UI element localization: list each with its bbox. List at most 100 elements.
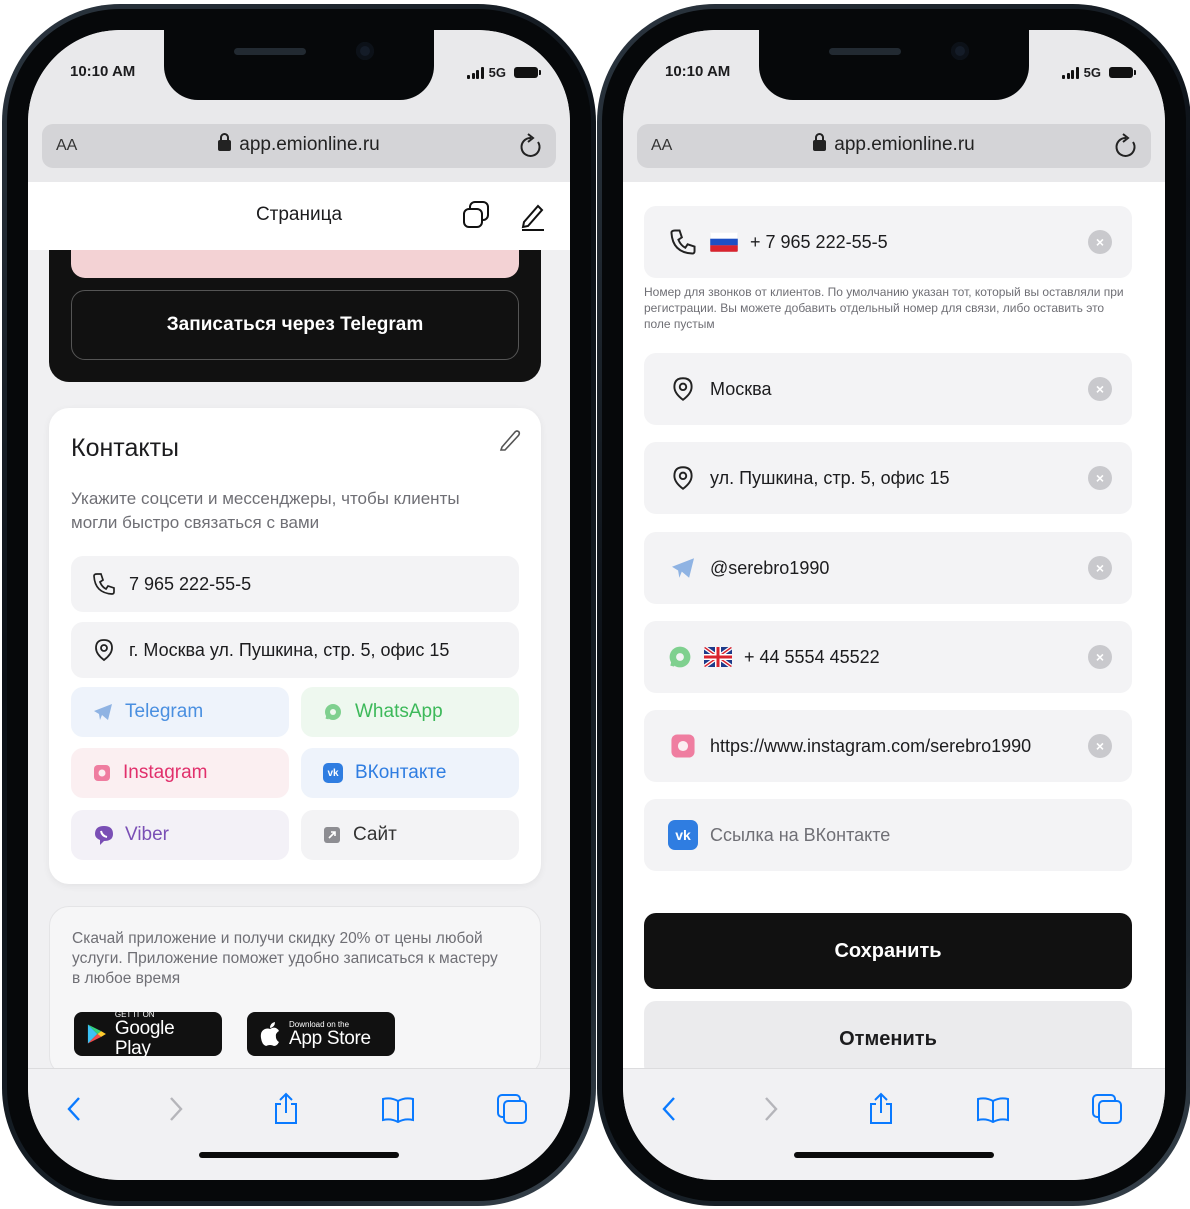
instagram-icon (94, 765, 110, 781)
back-button[interactable] (56, 1091, 92, 1127)
phone-input[interactable]: + 7 965 222-55-5 × (644, 206, 1132, 278)
clear-icon[interactable]: × (1088, 556, 1112, 580)
chip-instagram[interactable]: Instagram (71, 748, 289, 798)
battery-icon (514, 67, 541, 78)
chip-website-label: Сайт (353, 824, 397, 845)
whatsapp-input[interactable]: + 44 5554 45522 × (644, 621, 1132, 693)
tabs-icon (1092, 1094, 1122, 1124)
telegram-icon (94, 704, 112, 720)
clear-icon[interactable]: × (1088, 466, 1112, 490)
reload-icon[interactable] (518, 132, 544, 160)
chip-telegram-label: Telegram (125, 701, 204, 722)
chip-telegram[interactable]: Telegram (71, 687, 289, 737)
lock-icon (813, 133, 827, 151)
save-button[interactable]: Сохранить (644, 913, 1132, 989)
clock: 10:10 AM (665, 63, 731, 80)
notch (759, 30, 1029, 100)
city-input-value: Москва (710, 378, 772, 399)
instagram-input[interactable]: https://www.instagram.com/serebro1990 × (644, 710, 1132, 782)
share-button[interactable] (863, 1091, 899, 1127)
phone-right: 10:10 AM 5G AA app.emionline.ru + 7 965 … (597, 4, 1190, 1206)
signal-icon (467, 66, 484, 79)
chevron-left-icon (662, 1097, 675, 1121)
share-icon (870, 1092, 892, 1124)
whatsapp-input-value: + 44 5554 45522 (744, 646, 880, 667)
forward-button[interactable] (753, 1091, 789, 1127)
contacts-description: Укажите соцсети и мессенджеры, чтобы кли… (71, 489, 460, 532)
location-pin-icon (95, 639, 113, 662)
chip-vk[interactable]: vk ВКонтакте (301, 748, 519, 798)
safari-toolbar (623, 1068, 1165, 1180)
home-indicator (794, 1152, 994, 1158)
chevron-left-icon (67, 1097, 80, 1121)
telegram-input[interactable]: @serebro1990 × (644, 532, 1132, 604)
tabs-button[interactable] (494, 1091, 530, 1127)
city-input[interactable]: Москва × (644, 353, 1132, 425)
network-label: 5G (1083, 65, 1101, 80)
clear-icon[interactable]: × (1088, 377, 1112, 401)
chevron-right-icon (170, 1097, 183, 1121)
promo-text: Скачай приложение и получи скидку 20% от… (72, 930, 498, 987)
reload-icon[interactable] (1113, 132, 1139, 160)
phone-field[interactable]: 7 965 222-55-5 (71, 556, 519, 612)
whatsapp-icon (325, 704, 341, 720)
whatsapp-icon (669, 646, 691, 668)
share-button[interactable] (268, 1091, 304, 1127)
contacts-card: Контакты Укажите соцсети и мессенджеры, … (49, 408, 541, 884)
home-indicator (199, 1152, 399, 1158)
instagram-icon (671, 734, 695, 758)
lock-icon (218, 133, 232, 151)
book-icon (382, 1097, 414, 1123)
app-store-badge[interactable]: Download on the App Store (247, 1012, 395, 1056)
chevron-right-icon (765, 1097, 778, 1121)
cancel-button[interactable]: Отменить (644, 1001, 1132, 1068)
book-online-button[interactable] (71, 250, 519, 278)
chip-whatsapp[interactable]: WhatsApp (301, 687, 519, 737)
screen-left: 10:10 AM 5G AA app.emionline.ru Страница… (28, 30, 570, 1180)
clear-icon[interactable]: × (1088, 734, 1112, 758)
back-button[interactable] (651, 1091, 687, 1127)
address-bar[interactable]: AA app.emionline.ru (42, 124, 556, 168)
address-bar[interactable]: AA app.emionline.ru (637, 124, 1151, 168)
vk-input[interactable]: vk Ссылка на ВКонтакте (644, 799, 1132, 871)
clear-icon[interactable]: × (1088, 645, 1112, 669)
signal-icon (1062, 66, 1079, 79)
chip-viber[interactable]: Viber (71, 810, 289, 860)
safari-toolbar (28, 1068, 570, 1180)
page-header: Страница (28, 182, 570, 250)
battery-icon (1109, 67, 1136, 78)
clear-icon[interactable]: × (1088, 230, 1112, 254)
front-camera (951, 42, 969, 60)
google-play-badge[interactable]: GET IT ON Google Play (74, 1010, 222, 1058)
chip-website[interactable]: Сайт (301, 810, 519, 860)
edit-pencil-icon[interactable] (499, 428, 521, 452)
address-input[interactable]: ул. Пушкина, стр. 5, офис 15 × (644, 442, 1132, 514)
external-link-icon (324, 827, 340, 843)
vk-icon: vk (323, 763, 343, 783)
book-telegram-button[interactable]: Записаться через Telegram (71, 290, 519, 360)
book-icon (977, 1097, 1009, 1123)
uk-flag-icon (704, 647, 732, 667)
location-pin-icon (673, 466, 693, 490)
app-promo-card: Скачай приложение и получи скидку 20% от… (49, 906, 541, 1068)
chip-viber-label: Viber (125, 824, 170, 845)
forward-button[interactable] (158, 1091, 194, 1127)
vk-input-placeholder: Ссылка на ВКонтакте (710, 824, 891, 845)
bookmarks-button[interactable] (380, 1091, 416, 1127)
booking-block: Записаться через Telegram (49, 250, 541, 382)
url-text: app.emionline.ru (239, 134, 380, 155)
edit-pencil-icon[interactable] (516, 198, 550, 232)
copy-icon[interactable] (460, 198, 494, 232)
screen-right: 10:10 AM 5G AA app.emionline.ru + 7 965 … (623, 30, 1165, 1180)
notch (164, 30, 434, 100)
bookmarks-button[interactable] (975, 1091, 1011, 1127)
address-input-value: ул. Пушкина, стр. 5, офис 15 (710, 467, 950, 488)
browser-bar: AA app.emionline.ru (623, 112, 1165, 182)
address-field[interactable]: г. Москва ул. Пушкина, стр. 5, офис 15 (71, 622, 519, 678)
viber-icon (95, 826, 113, 845)
tabs-button[interactable] (1089, 1091, 1125, 1127)
telegram-icon (672, 558, 694, 578)
edit-contacts-form: + 7 965 222-55-5 × Номер для звонков от … (623, 182, 1165, 1068)
vk-icon: vk (668, 820, 698, 850)
front-camera (356, 42, 374, 60)
